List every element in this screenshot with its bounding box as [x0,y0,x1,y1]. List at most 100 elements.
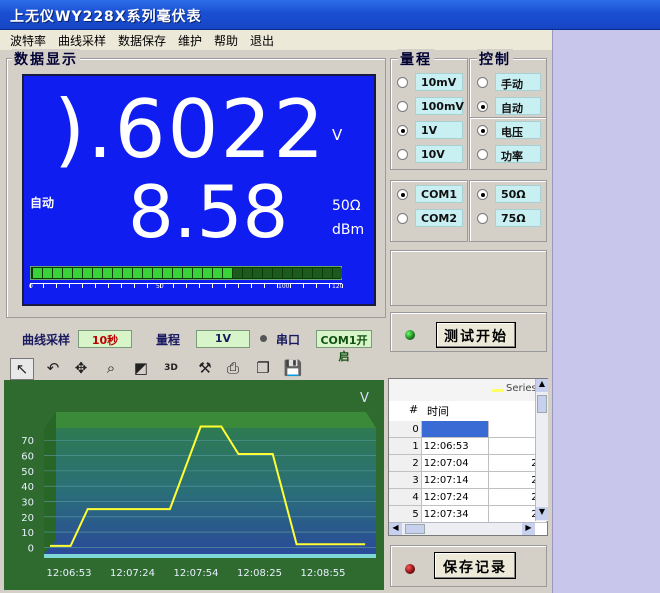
level-segment [83,268,92,278]
scale-tick [160,284,161,288]
scale-tick [264,284,265,288]
row-index: 3 [389,471,422,489]
scale-tick [251,284,252,288]
y-axis-label: V [360,391,369,406]
level-segment [273,268,282,278]
menu-data-save[interactable]: 数据保存 [118,32,166,49]
row-time: 12:07:04 [421,454,489,472]
second-reading: 8.58 [128,170,289,254]
menu-baud-rate[interactable]: 波特率 [10,32,46,49]
status-port-label: 串口 [276,333,301,347]
measure-power-label[interactable]: 功率 [495,145,541,163]
scale-tick [277,284,278,288]
chart-panel: 0 10 20 30 40 50 60 70 12:06:53 12:07:24 12:07:54… [4,380,384,590]
scroll-right-icon[interactable]: ▶ [522,523,535,535]
scroll-up-icon[interactable]: ▲ [536,379,548,392]
level-segment [213,268,222,278]
row-index: 4 [389,488,422,506]
level-segment [283,268,292,278]
level-segment [303,268,312,278]
scale-tick [43,284,44,288]
range-10v-radio[interactable] [397,149,408,160]
y-tick-label: 10 [21,528,34,539]
table-row[interactable]: 412:07:2423 [389,488,547,506]
scale-tick [69,284,70,288]
depth-icon[interactable]: ◩ [130,358,152,378]
level-segment [323,268,332,278]
copy-icon[interactable]: ❐ [252,358,274,378]
hscroll-thumb[interactable] [405,524,425,534]
measure-voltage-label[interactable]: 电压 [495,121,541,139]
range-100mv-label[interactable]: 100mV [415,97,464,115]
level-segment [313,268,322,278]
scale-tick [82,284,83,288]
port-com2-radio[interactable] [397,213,408,224]
range-1v-radio[interactable] [397,125,408,136]
row-index: 2 [389,454,422,472]
range-10mv-label[interactable]: 10mV [415,73,463,91]
save-record-button[interactable]: 保存记录 [434,552,516,579]
zoom-icon[interactable]: ⌕ [100,358,122,378]
level-bar [30,266,342,280]
impedance-50-label[interactable]: 50Ω [495,185,541,203]
range-100mv-radio[interactable] [397,101,408,112]
data-grid[interactable]: Series # 时间 0112:06:53212:07:0423312:07:… [388,378,548,536]
control-auto-radio[interactable] [477,101,488,112]
3d-icon[interactable]: 3D [160,358,182,378]
edit-icon[interactable]: ⚒ [194,358,216,378]
menu-help[interactable]: 帮助 [214,32,238,49]
scroll-down-icon[interactable]: ▼ [536,507,548,520]
x-tick-label: 12:08:55 [301,568,346,579]
row-time: 12:07:14 [421,471,489,489]
measure-power-radio[interactable] [477,149,488,160]
impedance-75-radio[interactable] [477,213,488,224]
impedance-50-radio[interactable] [477,189,488,200]
port-com1-label[interactable]: COM1 [415,185,463,203]
chart-toolbar: ↖ ↶ ✥ ⌕ ◩ 3D ⚒ ⎙ ❐ 💾 [4,356,384,380]
impedance-75-label[interactable]: 75Ω [495,209,541,227]
level-segment [163,268,172,278]
move-icon[interactable]: ✥ [70,358,92,378]
level-segment [263,268,272,278]
table-row[interactable]: 312:07:1423 [389,471,547,489]
control-auto-label[interactable]: 自动 [495,97,541,115]
menu-maintenance[interactable]: 维护 [178,32,202,49]
menu-exit[interactable]: 退出 [250,32,274,49]
title-bar: 上无仪WY228X系列毫伏表 [0,0,660,30]
menu-curve-sampling[interactable]: 曲线采样 [58,32,106,49]
window-title: 上无仪WY228X系列毫伏表 [10,9,202,25]
empty-panel [390,250,547,306]
save-icon[interactable]: 💾 [282,358,304,378]
scroll-left-icon[interactable]: ◀ [389,523,402,535]
range-10mv-radio[interactable] [397,77,408,88]
measure-voltage-radio[interactable] [477,125,488,136]
table-row[interactable]: 0 [389,421,547,438]
x-tick-label: 12:07:24 [110,568,155,579]
table-row[interactable]: 212:07:0423 [389,454,547,472]
row-index: 0 [389,421,422,438]
rotate-icon[interactable]: ↶ [42,358,64,378]
scroll-thumb[interactable] [537,395,547,413]
pointer-icon[interactable]: ↖ [10,358,34,380]
control-manual-label[interactable]: 手动 [495,73,541,91]
start-test-button[interactable]: 测试开始 [436,322,516,348]
y-tick-label: 60 [21,452,34,463]
table-row[interactable]: 512:07:3423 [389,505,547,523]
level-segment [33,268,42,278]
scale-tick [316,284,317,288]
vertical-scrollbar[interactable]: ▲ ▼ [535,379,548,521]
port-com1-radio[interactable] [397,189,408,200]
level-segment [123,268,132,278]
main-unit: V [332,126,343,144]
horizontal-scrollbar[interactable]: ◀ ▶ [389,522,535,535]
table-row[interactable]: 1 12:06:53 [389,437,547,455]
row-time: 12:07:24 [421,488,489,506]
y-tick-label: 30 [21,497,34,508]
level-segment [73,268,82,278]
range-10v-label[interactable]: 10V [415,145,463,163]
scale-tick [108,284,109,288]
print-icon[interactable]: ⎙ [222,358,244,378]
control-manual-radio[interactable] [477,77,488,88]
range-1v-label[interactable]: 1V [415,121,463,139]
port-com2-label[interactable]: COM2 [415,209,463,227]
